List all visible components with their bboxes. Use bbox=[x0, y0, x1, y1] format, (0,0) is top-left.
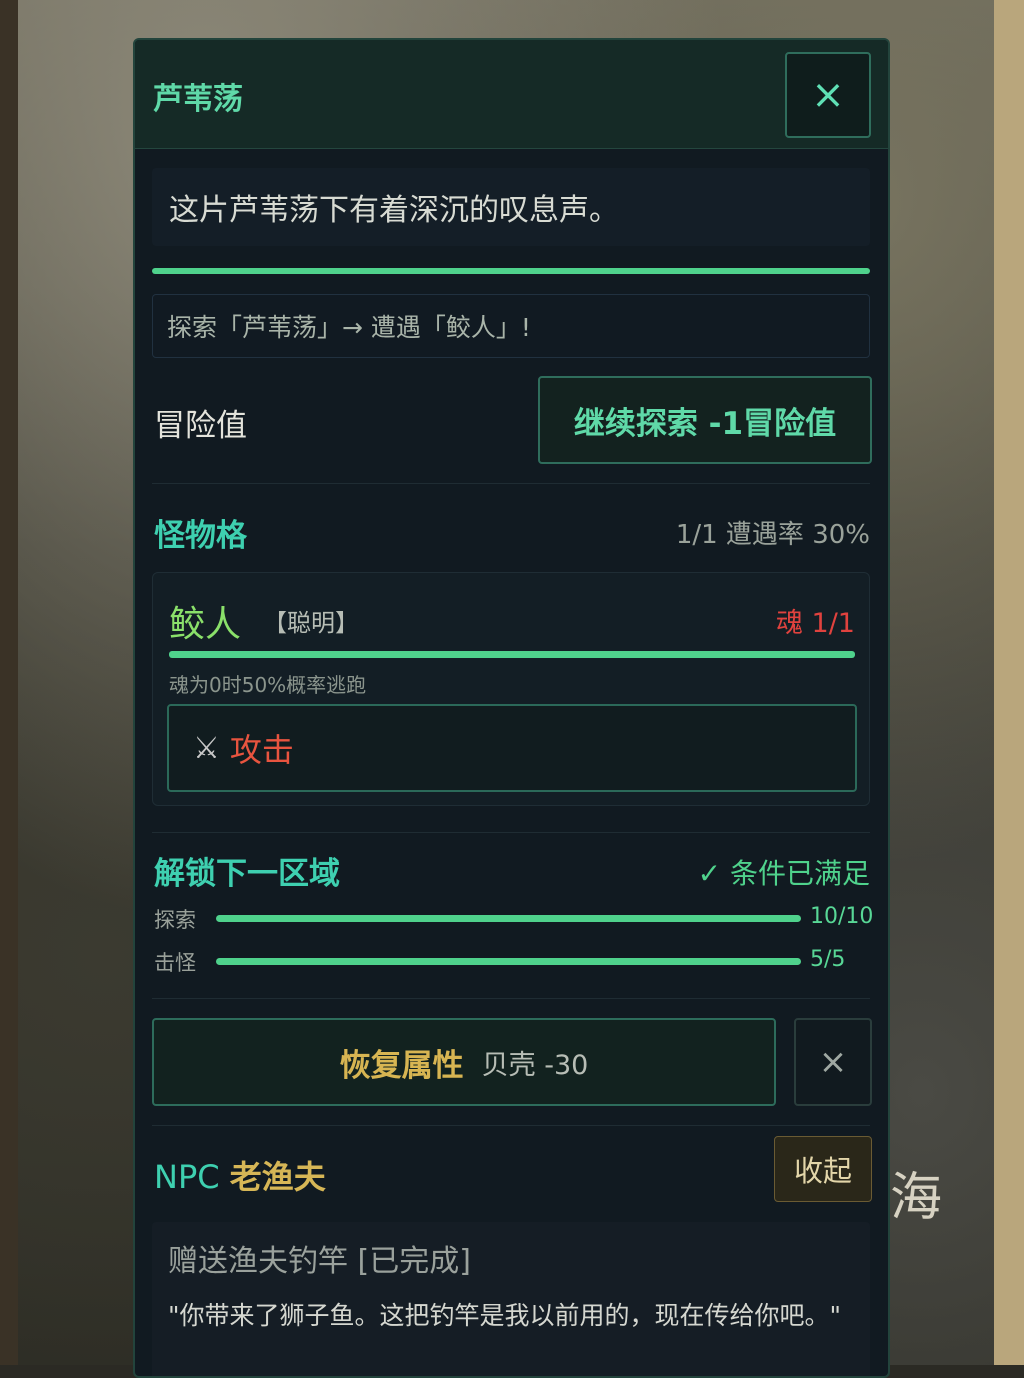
monster-name: 鲛人 bbox=[169, 604, 242, 645]
event-log: 探索「芦苇荡」→ 遭遇「鲛人」! bbox=[152, 294, 870, 358]
exploration-progress-bar bbox=[152, 268, 870, 274]
location-title: 芦苇荡 bbox=[153, 82, 243, 117]
restore-dismiss-button[interactable]: × bbox=[794, 1018, 872, 1106]
npc-name: 老渔夫 bbox=[229, 1158, 326, 1196]
background-left-band bbox=[0, 0, 18, 1365]
continue-explore-button[interactable]: 继续探索 -1冒险值 bbox=[538, 376, 872, 464]
panel-header: 芦苇荡 × bbox=[135, 40, 888, 149]
attack-button[interactable]: ⚔ 攻击 bbox=[167, 704, 857, 792]
unlock-condition-status: ✓ 条件已满足 bbox=[697, 857, 870, 890]
progress-label: 击怪 bbox=[154, 951, 196, 975]
background-right-scroll bbox=[994, 0, 1024, 1365]
progress-bar bbox=[216, 915, 801, 922]
location-description: 这片芦苇荡下有着深沉的叹息声。 bbox=[152, 168, 870, 246]
unlock-progress-explore: 探索 10/10 bbox=[154, 904, 874, 934]
unlock-section-title: 解锁下一区域 bbox=[154, 856, 340, 892]
divider bbox=[152, 998, 870, 999]
progress-value: 10/10 bbox=[810, 904, 874, 929]
monster-section-title: 怪物格 bbox=[154, 518, 247, 554]
restore-cost: 贝壳 -30 bbox=[481, 1049, 589, 1081]
progress-value: 5/5 bbox=[810, 947, 846, 972]
close-button[interactable]: × bbox=[785, 52, 871, 138]
monster-section-meta: 1/1 遭遇率 30% bbox=[675, 520, 870, 550]
monster-soul-count: 魂 1/1 bbox=[775, 608, 855, 639]
quest-title: 赠送渔夫钓竿 [已完成] bbox=[168, 1244, 471, 1279]
npc-quest-card: 赠送渔夫钓竿 [已完成] "你带来了狮子鱼。这把钓竿是我以前用的，现在传给你吧。… bbox=[152, 1222, 870, 1376]
restore-label: 恢复属性 bbox=[339, 1047, 464, 1084]
npc-prefix: NPC bbox=[154, 1158, 220, 1196]
monster-soul-bar bbox=[169, 651, 855, 658]
npc-title: NPC 老渔夫 bbox=[154, 1152, 326, 1198]
monster-trait: 【聪明】 bbox=[263, 609, 359, 637]
crossed-swords-icon: ⚔ bbox=[193, 730, 220, 766]
background-sea-glyph: 海 bbox=[890, 1168, 943, 1228]
collapse-button[interactable]: 收起 bbox=[774, 1136, 872, 1202]
divider bbox=[152, 832, 870, 833]
progress-label: 探索 bbox=[154, 908, 196, 932]
adventure-points-label: 冒险值 bbox=[154, 408, 247, 444]
close-icon: × bbox=[818, 1042, 848, 1082]
monster-escape-note: 魂为0时50%概率逃跑 bbox=[169, 673, 367, 697]
quest-dialogue: "你带来了狮子鱼。这把钓竿是我以前用的，现在传给你吧。" bbox=[168, 1301, 842, 1330]
unlock-progress-kill: 击怪 5/5 bbox=[154, 947, 872, 977]
divider bbox=[152, 1125, 870, 1126]
restore-attributes-button[interactable]: 恢复属性 贝壳 -30 bbox=[152, 1018, 776, 1106]
attack-label: 攻击 bbox=[229, 731, 294, 769]
monster-card: 鲛人 【聪明】 魂 1/1 魂为0时50%概率逃跑 ⚔ 攻击 bbox=[152, 572, 870, 806]
divider bbox=[152, 483, 870, 484]
close-icon: × bbox=[811, 72, 845, 118]
progress-bar bbox=[216, 958, 801, 965]
location-panel: 芦苇荡 × 这片芦苇荡下有着深沉的叹息声。 探索「芦苇荡」→ 遭遇「鲛人」! 冒… bbox=[133, 38, 890, 1378]
